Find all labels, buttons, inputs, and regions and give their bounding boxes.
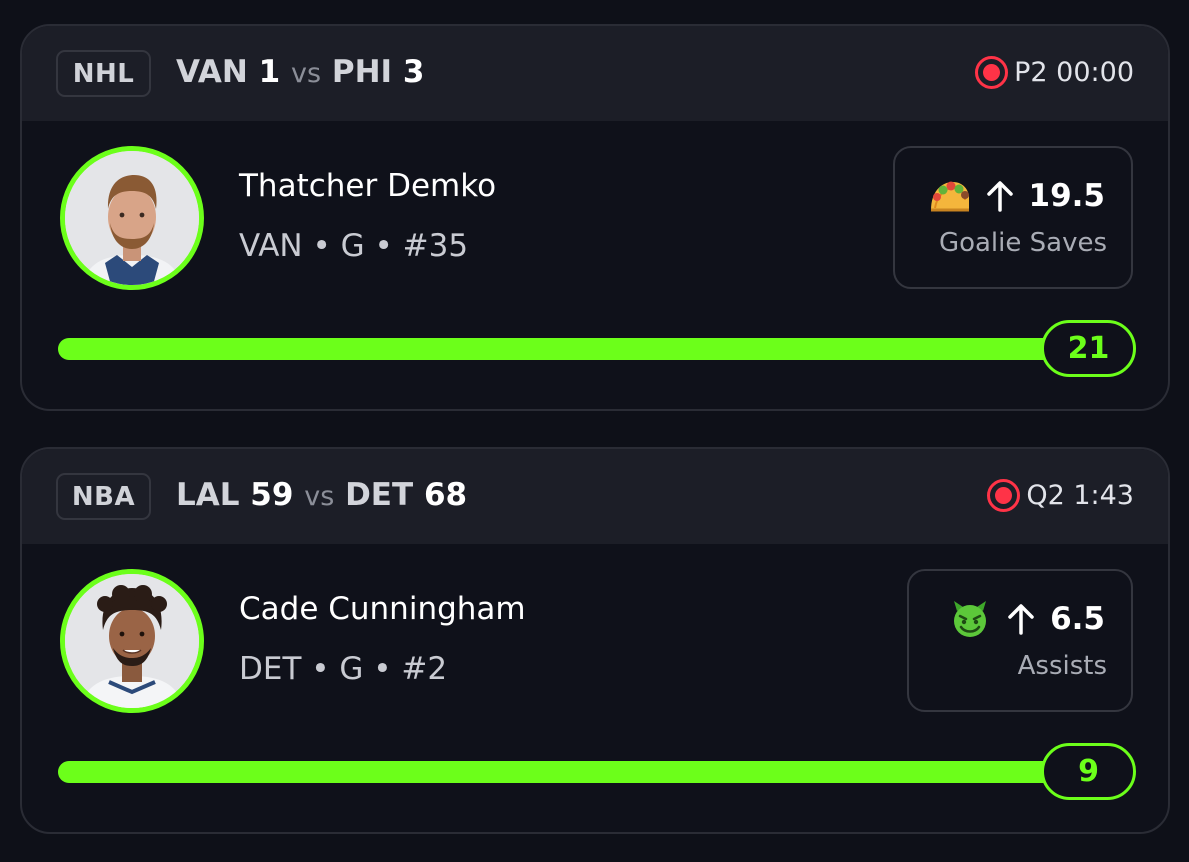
prop-card[interactable]: NHL VAN 1 vs PHI 3 P2 00:00 Thatcher Dem… — [20, 24, 1170, 411]
progress-current-value: 9 — [1041, 743, 1136, 800]
league-badge: NHL — [56, 50, 151, 97]
home-score: 3 — [402, 54, 425, 90]
live-status: P2 00:00 — [975, 56, 1134, 89]
live-status: Q2 1:43 — [987, 479, 1134, 512]
away-score: 1 — [258, 54, 281, 90]
player-avatar[interactable] — [60, 146, 204, 290]
player-headshot-icon — [65, 574, 199, 708]
prop-stat-label: Assists — [1017, 651, 1107, 681]
prop-stat-label: Goalie Saves — [938, 228, 1107, 258]
game-clock: P2 00:00 — [1014, 57, 1134, 88]
player-headshot-icon — [65, 151, 199, 285]
home-score: 68 — [423, 477, 468, 513]
player-meta: VAN • G • #35 — [239, 228, 469, 264]
live-icon — [975, 56, 1009, 89]
up-arrow-icon — [1008, 604, 1034, 635]
progress-fill — [58, 761, 1098, 783]
away-team: LAL — [176, 477, 240, 513]
away-score: 59 — [250, 477, 294, 513]
vs-label: vs — [291, 58, 322, 89]
game-score: VAN 1 vs PHI 3 — [176, 52, 424, 94]
player-name: Thatcher Demko — [239, 168, 497, 204]
league-badge: NBA — [56, 473, 151, 520]
vs-label: vs — [304, 481, 335, 512]
away-team: VAN — [176, 54, 248, 90]
prop-card[interactable]: NBA LAL 59 vs DET 68 Q2 1:43 Cade Cunnin… — [20, 447, 1170, 834]
game-score: LAL 59 vs DET 68 — [176, 475, 467, 517]
game-header: NHL VAN 1 vs PHI 3 P2 00:00 — [22, 26, 1168, 121]
progress-fill — [58, 338, 1098, 360]
live-icon — [987, 479, 1021, 512]
taco-icon — [930, 181, 969, 212]
up-arrow-icon — [986, 181, 1013, 212]
game-clock: Q2 1:43 — [1026, 480, 1134, 511]
prop-line-box[interactable]: 6.5 Assists — [907, 569, 1133, 712]
prop-line-box[interactable]: 19.5 Goalie Saves — [893, 146, 1133, 289]
prop-line-value: 6.5 — [1050, 601, 1105, 637]
prop-line-row: 6.5 — [948, 599, 1105, 639]
player-name: Cade Cunningham — [239, 591, 526, 627]
green-devil-icon — [954, 601, 987, 637]
prop-line-value: 19.5 — [1028, 178, 1106, 214]
progress-bar — [58, 338, 1098, 360]
prop-line-row: 19.5 — [927, 176, 1106, 216]
progress-current-value: 21 — [1041, 320, 1136, 377]
home-team: PHI — [331, 54, 393, 90]
progress-bar — [58, 761, 1098, 783]
home-team: DET — [345, 477, 414, 513]
player-avatar[interactable] — [60, 569, 204, 713]
player-meta: DET • G • #2 — [239, 651, 448, 687]
game-header: NBA LAL 59 vs DET 68 Q2 1:43 — [22, 449, 1168, 544]
